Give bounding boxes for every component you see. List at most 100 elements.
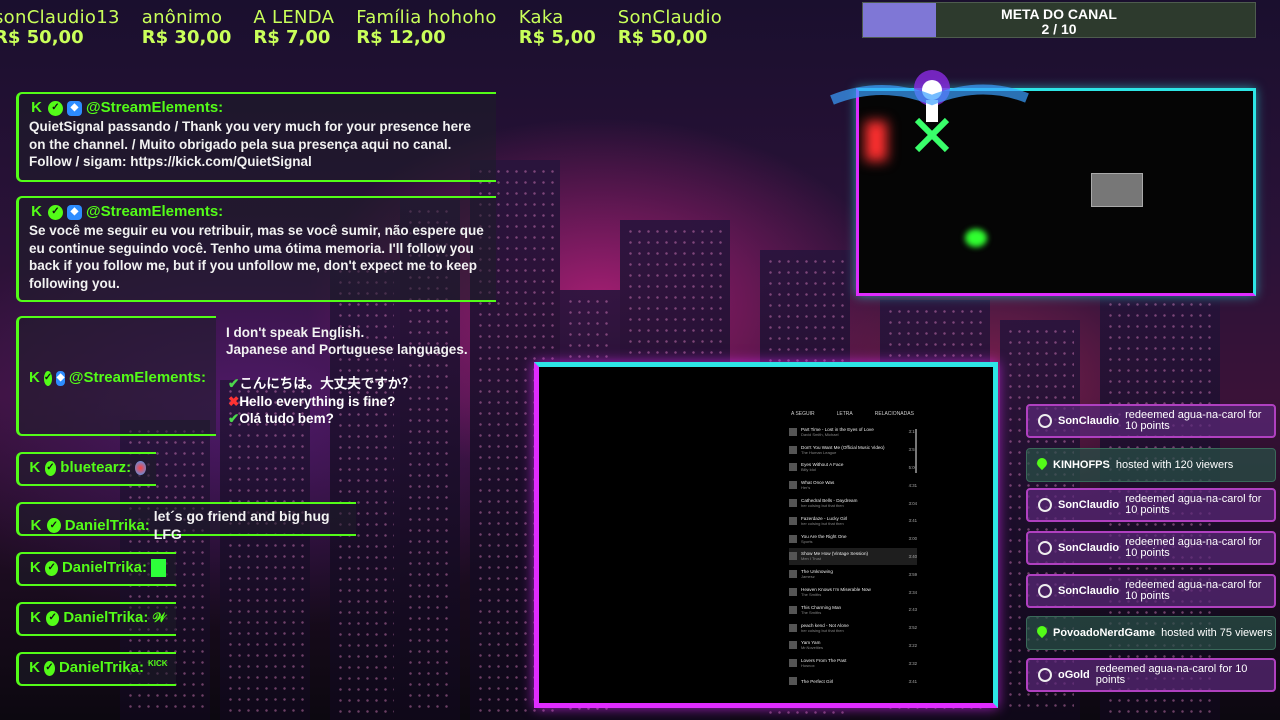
chat-message: K ✓ ◆ @StreamElements:: [16, 316, 216, 436]
circle-icon: [1038, 541, 1052, 555]
track-thumbnail: [789, 623, 797, 632]
tab-lyrics[interactable]: LETRA: [837, 411, 853, 417]
chat-username: DanielTrika:: [61, 559, 148, 576]
donation-item: A LENDA R$ 7,00: [253, 7, 335, 48]
location-pin-icon: [1037, 458, 1047, 472]
chat-text: let´s go friend and big hug LFG: [153, 508, 330, 542]
chat-username: bluetearz:: [60, 459, 132, 476]
track-artist: Sports: [801, 538, 813, 544]
event-text: redeemed agua-na-carol for 10 points: [1125, 409, 1262, 432]
chat-username: @StreamElements:: [86, 203, 224, 220]
chat-username: DanielTrika:: [64, 516, 150, 534]
track-row[interactable]: The Perfect Girl 3:41: [789, 672, 917, 690]
donation-item: Família hohoho R$ 12,00: [356, 7, 497, 48]
monitor-in-camera: [1091, 173, 1143, 207]
track-thumbnail: [789, 445, 797, 454]
track-row[interactable]: You Are the Right One Sports 3:00: [789, 530, 917, 548]
chat-message: K ✓ DanielTrika:: [16, 552, 176, 586]
chat-message: K ✓ DanielTrika: KICK: [16, 652, 176, 686]
track-row[interactable]: Don't You Want Me (Official Music Video)…: [789, 441, 917, 459]
circle-icon: [1038, 668, 1052, 682]
kick-badge-icon: K: [30, 609, 41, 626]
event-text: redeemed agua-na-carol for 10 points: [1125, 493, 1262, 516]
verified-badge-icon: ✓: [43, 660, 55, 676]
track-thumbnail: [789, 677, 797, 686]
track-row[interactable]: The Unknowing Jamesz 3:59: [789, 565, 917, 583]
check-icon: ✔: [228, 376, 240, 391]
verified-badge-icon: ✓: [48, 204, 63, 220]
track-duration: 3:40: [908, 553, 917, 559]
track-duration: 3:32: [908, 660, 917, 666]
track-duration: 3:41: [908, 518, 917, 524]
track-list-scrollbar[interactable]: [915, 429, 917, 473]
track-row[interactable]: This Charming Man The Smiths 2:43: [789, 601, 917, 619]
track-row[interactable]: What Once Was Her's 4:31: [789, 476, 917, 494]
track-duration: 3:52: [908, 625, 917, 631]
track-thumbnail: [789, 641, 797, 650]
verified-badge-icon: ✓: [48, 100, 63, 116]
green-square-emote-icon: [151, 559, 166, 577]
track-thumbnail: [789, 534, 797, 543]
verified-badge-icon: ✓: [46, 610, 60, 626]
track-thumbnail: [789, 659, 797, 668]
emote-icon: [135, 461, 146, 475]
track-row[interactable]: Part Time - Lost in the Eyes of Love Davi…: [789, 423, 917, 441]
event-text: redeemed agua-na-carol for 10 points: [1125, 536, 1262, 559]
chat-text: QuietSignal passando / Thank you very mu…: [29, 119, 471, 169]
chat-message: K ✓ DanielTrika: let´s go friend and big…: [16, 502, 356, 542]
event-user: SonClaudio: [1058, 415, 1120, 427]
track-row[interactable]: Eyes Without A Face Billy Idol 5:00: [789, 459, 917, 477]
event-user: oGold: [1058, 669, 1090, 681]
moderator-badge-icon: ◆: [67, 100, 82, 116]
check-icon: ✔: [228, 411, 240, 426]
track-row[interactable]: Lovers From The Past Hosnox 3:32: [789, 654, 917, 672]
channel-goal-bar: META DO CANAL 2 / 10: [862, 2, 1256, 38]
tab-up-next[interactable]: A SEGUIR: [791, 411, 815, 417]
track-row[interactable]: Yam Yam Mr.Novelties 3:22: [789, 637, 917, 655]
verified-badge-icon: ✓: [43, 370, 53, 386]
track-duration: 3:34: [908, 589, 917, 595]
host-event: PovoadoNerdGame hosted with 75 viewers: [1026, 616, 1276, 650]
verified-badge-icon: ✓: [46, 518, 61, 533]
track-artist: her colsing but that then: [801, 520, 844, 526]
track-thumbnail: [789, 499, 797, 508]
track-duration: 3:00: [908, 536, 917, 542]
track-row[interactable]: Fazerdaze - Lucky Girl her colsing but th…: [789, 512, 917, 530]
track-artist: Mr.Novelties: [801, 645, 824, 651]
track-row[interactable]: peach kend - Not Alone her colsing but th…: [789, 619, 917, 637]
chat-text: Se você me seguir eu vou retribuir, mas …: [29, 223, 484, 291]
kick-emote-icon: KICK: [147, 659, 168, 668]
verified-badge-icon: ✓: [45, 560, 58, 576]
track-artist: Her's: [801, 485, 811, 491]
player-tabs: A SEGUIR LETRA RELACIONADAS: [791, 411, 914, 417]
circle-icon: [1038, 498, 1052, 512]
donation-item: SonClaudio R$ 50,00: [617, 7, 723, 48]
redeem-event: oGold redeemed agua-na-carol for 10 point…: [1026, 658, 1276, 692]
goal-title: META DO CANAL: [1001, 6, 1117, 22]
track-duration: 3:41: [908, 678, 917, 684]
track-row[interactable]: Show Me How (Vintage Session) Men I Trust…: [789, 547, 917, 566]
moderator-badge-icon: ◆: [56, 370, 65, 386]
tab-related[interactable]: RELACIONADAS: [875, 411, 914, 417]
track-duration: 3:59: [908, 571, 917, 577]
event-user: SonClaudio: [1058, 542, 1120, 554]
chat-username: DanielTrika:: [58, 659, 144, 676]
track-duration: 3:04: [908, 500, 917, 506]
track-thumbnail: [789, 552, 797, 561]
chat-message: K ✓ ◆ @StreamElements: QuietSignal passa…: [16, 92, 496, 182]
kick-badge-icon: K: [30, 516, 42, 534]
track-artist: her colsing but that then: [801, 503, 844, 509]
redeem-event: SonClaudio redeemed agua-na-carol for 10 …: [1026, 574, 1276, 608]
track-list: Part Time - Lost in the Eyes of Love Davi…: [789, 423, 917, 690]
donation-item: Kaka R$ 5,00: [518, 7, 596, 48]
redeem-event: SonClaudio redeemed agua-na-carol for 10 …: [1026, 488, 1276, 522]
kick-badge-icon: K: [29, 369, 40, 386]
kick-badge-icon: K: [31, 203, 42, 220]
redeem-event: SonClaudio redeemed agua-na-carol for 10 …: [1026, 531, 1276, 565]
track-row[interactable]: Cathedral Bells - Daydream her colsing bu…: [789, 494, 917, 512]
event-user: PovoadoNerdGame: [1053, 627, 1156, 639]
track-artist: The Smiths: [801, 609, 822, 615]
location-pin-icon: [1037, 626, 1047, 640]
track-artist: Hosnox: [801, 663, 815, 669]
track-row[interactable]: Heaven Knows I'm Miserable Now The Smiths…: [789, 583, 917, 601]
